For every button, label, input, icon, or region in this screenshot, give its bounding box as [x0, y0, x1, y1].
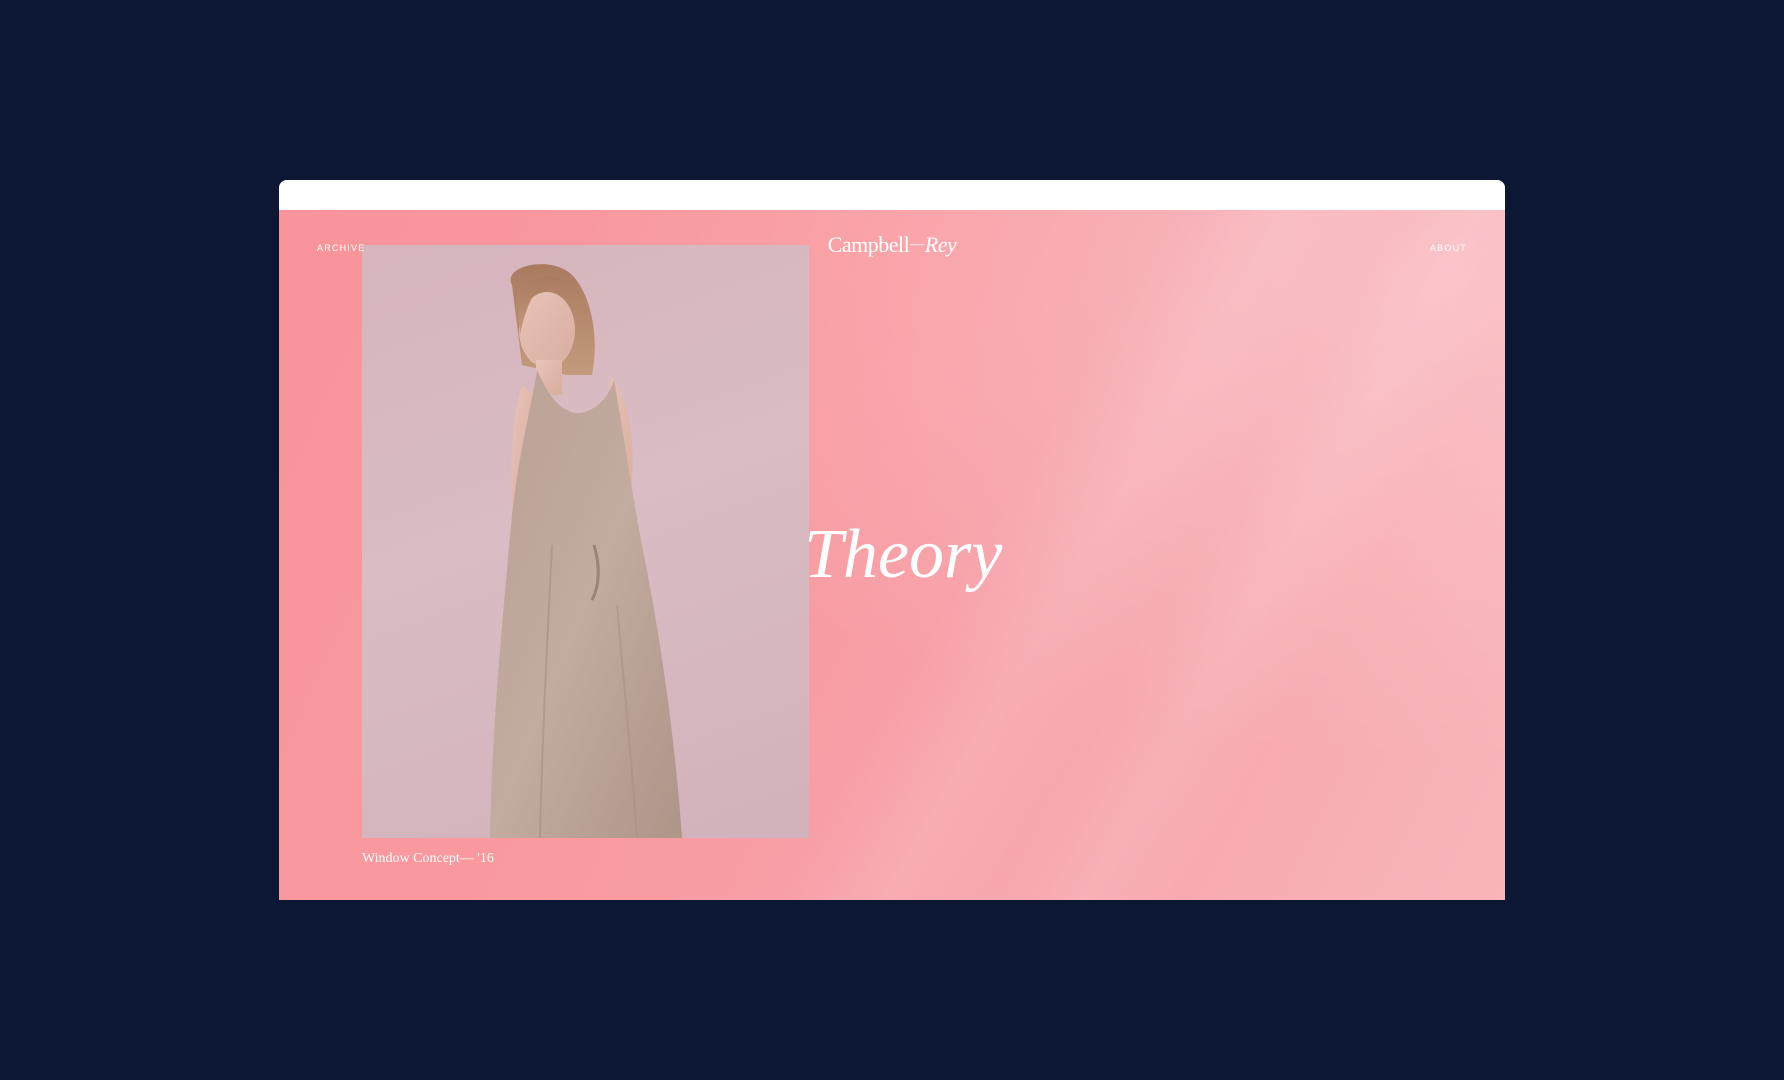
model-photo-illustration — [490, 264, 682, 838]
site-viewport[interactable]: ARCHIVE Campbell—Rey ABOUT Theory Window… — [279, 210, 1505, 900]
brand-name-second: Rey — [924, 232, 957, 257]
nav-about-link[interactable]: ABOUT — [1430, 243, 1467, 253]
hero-image[interactable] — [362, 245, 809, 838]
browser-window: ARCHIVE Campbell—Rey ABOUT Theory Window… — [279, 180, 1505, 900]
hero-title: Theory — [804, 516, 1003, 593]
brand-logo[interactable]: Campbell—Rey — [279, 232, 1505, 258]
brand-name-first: Campbell — [827, 232, 910, 257]
browser-toolbar — [279, 180, 1505, 210]
brand-separator: — — [910, 237, 924, 252]
hero-caption[interactable]: Window Concept— '16 — [362, 851, 494, 867]
